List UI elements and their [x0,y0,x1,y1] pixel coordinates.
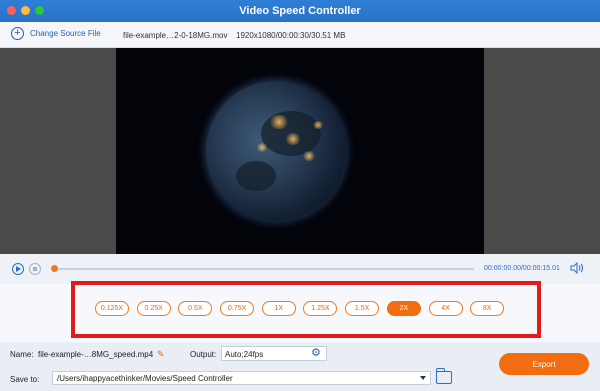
playback-controls: 00:00:00.00/00:00:15.01 [0,254,600,284]
speed-option-button[interactable]: 1.5X [345,301,380,316]
save-to-label: Save to: [10,375,40,384]
source-file-name: file-example…2-0-18MG.mov [123,31,228,40]
save-path-select[interactable]: /Users/ihappyacethinker/Movies/Speed Con… [52,371,431,385]
speed-option-button[interactable]: 0.5X [178,301,213,316]
change-source-button[interactable]: + Change Source File [11,27,101,40]
play-icon[interactable] [12,263,24,275]
speed-option-button[interactable]: 8X [470,301,505,316]
earth-image [206,81,346,221]
volume-icon[interactable] [570,262,584,274]
time-display: 00:00:00.00/00:00:15.01 [484,265,560,272]
speed-option-button[interactable]: 0.125X [95,301,129,316]
export-button[interactable]: Export [499,353,589,375]
video-frame [116,48,484,254]
stop-icon[interactable] [29,263,41,275]
speed-option-button[interactable]: 1.25X [303,301,338,316]
save-path-value: /Users/ihappyacethinker/Movies/Speed Con… [57,374,233,383]
speed-option-button[interactable]: 4X [428,301,463,316]
output-settings: Name: file-example-…8MG_speed.mp4 ✎ Outp… [0,342,600,391]
plus-circle-icon: + [11,27,24,40]
speed-option-button[interactable]: 2X [386,301,421,316]
gear-icon[interactable]: ⚙ [311,348,322,359]
speed-options: 0.125X 0.25X 0.5X 0.75X 1X 1.25X 1.5X 2X 4X 8X [95,301,512,316]
source-file-info: 1920x1080/00:00:30/30.51 MB [236,31,346,40]
speed-option-button[interactable]: 1X [261,301,296,316]
output-file-name: file-example-…8MG_speed.mp4 [38,350,154,359]
name-label: Name: [10,350,34,359]
toolbar: + Change Source File file-example…2-0-18… [0,22,600,48]
speed-option-button[interactable]: 0.75X [220,301,255,316]
change-source-label: Change Source File [30,29,101,38]
output-label: Output: [190,350,217,359]
video-preview-area [0,48,600,254]
title-bar: Video Speed Controller [0,0,600,22]
output-format-value: Auto;24fps [225,350,264,359]
output-format-field[interactable]: Auto;24fps ⚙ [221,346,327,361]
window-title: Video Speed Controller [239,5,361,17]
speed-option-button[interactable]: 0.25X [136,301,171,316]
folder-icon[interactable] [436,368,452,384]
timeline-playhead[interactable] [51,265,58,272]
timeline-track[interactable] [53,268,474,270]
pencil-icon[interactable]: ✎ [157,349,167,359]
dropdown-icon [420,376,426,380]
